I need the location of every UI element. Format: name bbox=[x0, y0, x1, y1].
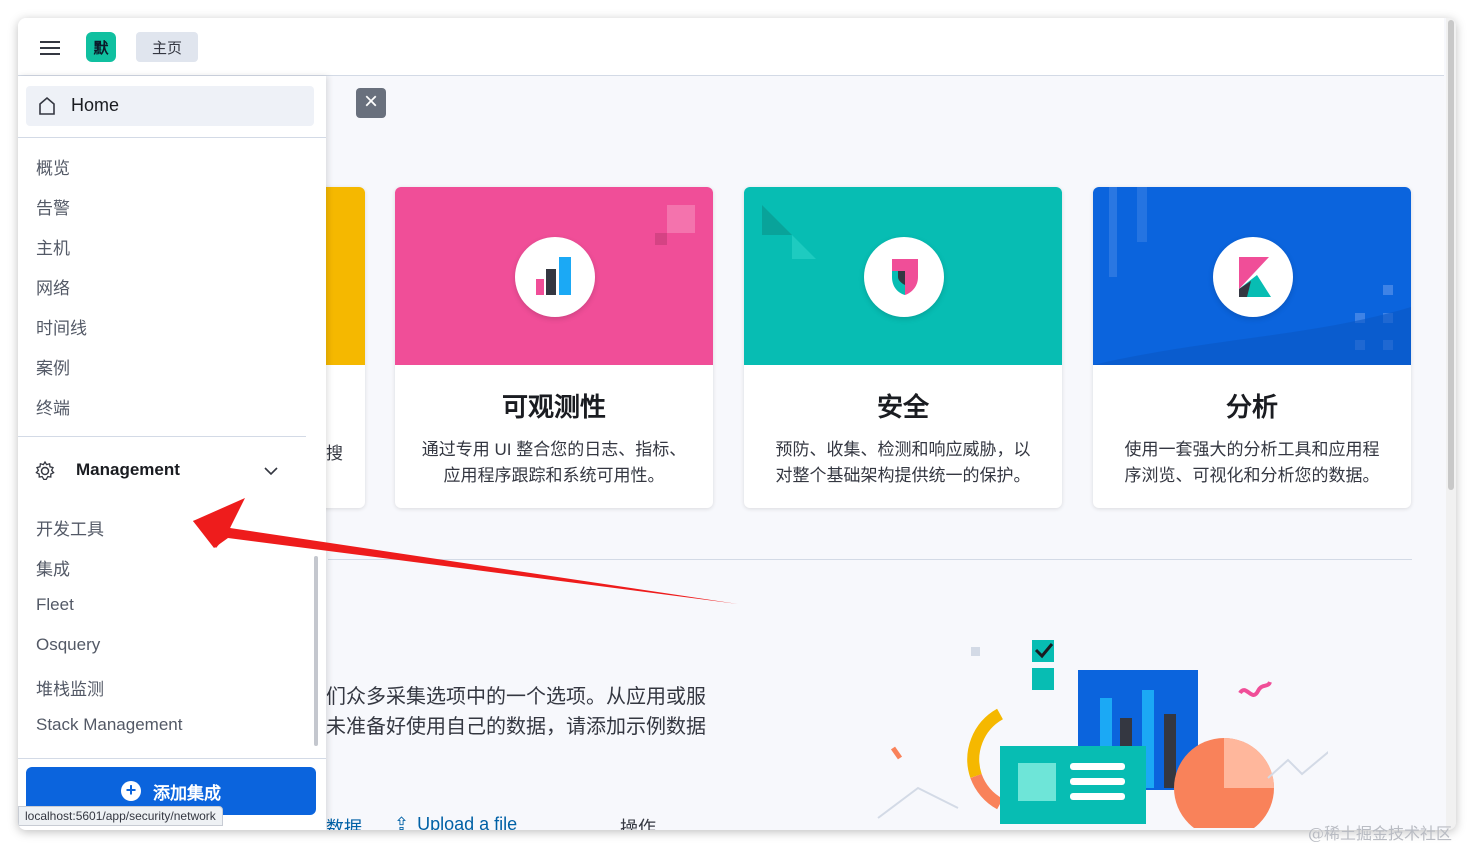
nav-item-endpoints[interactable]: 终端 bbox=[36, 394, 70, 419]
nav-divider bbox=[18, 758, 326, 759]
gear-icon bbox=[35, 460, 55, 481]
card-description: 通过专用 UI 整合您的日志、指标、 应用程序跟踪和系统可用性。 bbox=[417, 437, 691, 489]
card-title: 分析 bbox=[1225, 392, 1278, 422]
breadcrumb-home[interactable]: 主页 bbox=[136, 32, 199, 62]
ingest-description-line: 未准备好使用自己的数据，请添加示例数据 bbox=[326, 716, 706, 738]
nav-item-alerts[interactable]: 告警 bbox=[36, 194, 70, 219]
upload-file-label: Upload a file bbox=[417, 814, 518, 830]
space-avatar[interactable]: 默 bbox=[86, 32, 116, 62]
nav-item-timelines[interactable]: 时间线 bbox=[36, 314, 87, 339]
card-title: 安全 bbox=[876, 392, 929, 422]
card-description: 搜 bbox=[326, 444, 343, 463]
management-label: Management bbox=[76, 460, 180, 479]
nav-item-stack-monitoring[interactable]: 堆栈监测 bbox=[36, 675, 104, 700]
page-scrollbar[interactable] bbox=[1446, 18, 1456, 830]
solution-card-observability[interactable]: 可观测性 通过专用 UI 整合您的日志、指标、 应用程序跟踪和系统可用性。 bbox=[395, 187, 713, 508]
nav-home-link[interactable]: Home bbox=[26, 86, 314, 126]
nav-item-stack-management[interactable]: Stack Management bbox=[36, 715, 182, 735]
solution-card-security[interactable]: 安全 预防、收集、检测和响应威胁，以 对整个基础架构提供统一的保护。 bbox=[744, 187, 1062, 508]
nav-scrollbar[interactable] bbox=[314, 556, 318, 746]
close-icon[interactable]: × bbox=[356, 88, 386, 118]
card-description-line: 使用一套强大的分析工具和应用程 bbox=[1124, 440, 1380, 459]
ingest-description: 们众多采集选项中的一个选项。从应用或服 未准备好使用自己的数据，请添加示例数据 bbox=[326, 682, 706, 742]
hamburger-icon[interactable] bbox=[38, 37, 62, 57]
side-navigation: Home 概览 告警 主机 网络 时间线 案例 终端 Management 开发… bbox=[18, 76, 326, 830]
home-icon bbox=[39, 96, 55, 115]
link-status-bar: localhost:5601/app/security/network bbox=[18, 806, 223, 826]
card-description: 预防、收集、检测和响应威胁，以 对整个基础架构提供统一的保护。 bbox=[766, 437, 1040, 489]
nav-item-fleet[interactable]: Fleet bbox=[36, 595, 74, 615]
nav-divider bbox=[18, 137, 326, 138]
browser-window: 默 主页 × 搜 可观测性 通过专用 UI 整合您的日志、指标、 应用程序跟踪和… bbox=[18, 18, 1456, 830]
solution-card-analytics[interactable]: 分析 使用一套强大的分析工具和应用程 序浏览、可视化和分析您的数据。 bbox=[1093, 187, 1411, 508]
add-integration-label: 添加集成 bbox=[153, 783, 221, 803]
ingest-description-line: 们众多采集选项中的一个选项。从应用或服 bbox=[326, 686, 706, 708]
nav-home-label: Home bbox=[71, 95, 120, 115]
nav-item-cases[interactable]: 案例 bbox=[36, 354, 70, 379]
nav-item-overview[interactable]: 概览 bbox=[36, 154, 70, 179]
observability-logo-icon bbox=[515, 237, 595, 317]
more-link[interactable]: 操作 bbox=[620, 814, 656, 830]
section-divider bbox=[328, 559, 1412, 560]
analytics-logo-icon bbox=[1213, 237, 1293, 317]
nav-item-hosts[interactable]: 主机 bbox=[36, 234, 70, 259]
card-description-line: 应用程序跟踪和系统可用性。 bbox=[443, 466, 665, 485]
security-logo-icon bbox=[864, 237, 944, 317]
nav-item-integrations[interactable]: 集成 bbox=[36, 555, 70, 580]
card-description-line: 对整个基础架构提供统一的保护。 bbox=[775, 466, 1031, 485]
watermark: @稀土掘金技术社区 bbox=[1308, 824, 1453, 843]
card-title: 可观测性 bbox=[501, 392, 606, 422]
plus-circle-icon: + bbox=[121, 781, 141, 801]
upload-icon: ⇪ bbox=[394, 814, 410, 830]
management-group-toggle[interactable]: Management bbox=[34, 456, 300, 486]
ingest-illustration bbox=[858, 628, 1339, 830]
chevron-down-icon bbox=[264, 467, 278, 476]
page-scrollbar-thumb[interactable] bbox=[1448, 20, 1454, 490]
nav-divider bbox=[18, 436, 306, 437]
add-sample-data-link[interactable]: 数据 bbox=[326, 814, 362, 830]
card-description-line: 序浏览、可视化和分析您的数据。 bbox=[1124, 466, 1380, 485]
nav-item-network[interactable]: 网络 bbox=[36, 274, 70, 299]
nav-item-osquery[interactable]: Osquery bbox=[36, 635, 100, 655]
card-description-line: 预防、收集、检测和响应威胁，以 bbox=[775, 440, 1031, 459]
nav-item-dev-tools[interactable]: 开发工具 bbox=[36, 515, 104, 540]
top-header: 默 主页 bbox=[18, 18, 1444, 76]
card-description: 使用一套强大的分析工具和应用程 序浏览、可视化和分析您的数据。 bbox=[1115, 437, 1389, 489]
card-description-line: 通过专用 UI 整合您的日志、指标、 bbox=[421, 440, 687, 459]
upload-file-link[interactable]: ⇪ Upload a file bbox=[394, 814, 517, 830]
